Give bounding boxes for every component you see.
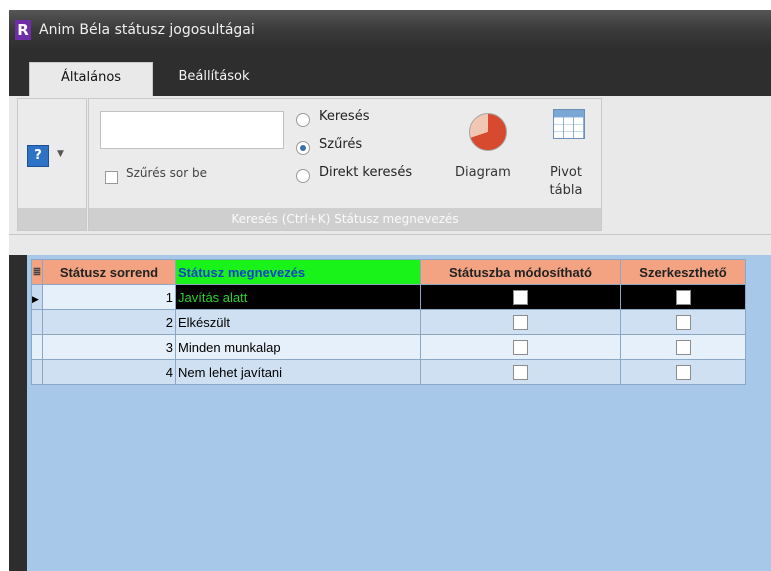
cell-order[interactable]: 4 bbox=[42, 359, 176, 385]
modifiable-checkbox[interactable] bbox=[513, 315, 528, 331]
ribbon: ? ▼ Szűrés sor be Keresés Szűrés Direkt … bbox=[9, 96, 771, 235]
row-indicator[interactable]: ▶ bbox=[31, 284, 43, 310]
radio-direct-search[interactable] bbox=[296, 169, 310, 183]
row-indicator[interactable] bbox=[31, 359, 43, 385]
search-group-caption: Keresés (Ctrl+K) Státusz megnevezés bbox=[89, 208, 601, 230]
cell-modifiable[interactable] bbox=[420, 284, 621, 310]
column-header-editable[interactable]: Szerkeszthető bbox=[620, 259, 746, 285]
header-row: ≣ Státusz sorrend Státusz megnevezés Stá… bbox=[31, 259, 746, 285]
tab-settings[interactable]: Beállítások bbox=[159, 62, 269, 96]
cell-modifiable[interactable] bbox=[420, 309, 621, 335]
modifiable-checkbox[interactable] bbox=[513, 365, 528, 381]
radio-search-label: Keresés bbox=[319, 109, 370, 124]
diagram-label: Diagram bbox=[455, 165, 511, 180]
app-logo-icon: R bbox=[15, 20, 31, 40]
cell-order[interactable]: 1 bbox=[42, 284, 176, 310]
filter-row-checkbox[interactable] bbox=[105, 171, 118, 184]
cell-name[interactable]: Nem lehet javítani bbox=[175, 359, 421, 385]
pivot-table-icon bbox=[553, 109, 585, 139]
help-book-icon: ? bbox=[27, 145, 49, 167]
table-row[interactable]: ▶ 1 Javítás alatt bbox=[31, 284, 746, 310]
column-header-order[interactable]: Státusz sorrend bbox=[42, 259, 176, 285]
cell-editable[interactable] bbox=[620, 284, 746, 310]
help-group: ? ▼ bbox=[17, 98, 87, 231]
modifiable-checkbox[interactable] bbox=[513, 290, 528, 306]
cell-order[interactable]: 3 bbox=[42, 334, 176, 360]
row-indicator[interactable] bbox=[31, 309, 43, 335]
grid-menu-icon[interactable]: ≣ bbox=[31, 259, 43, 285]
pie-chart-icon bbox=[469, 113, 507, 151]
app-window: R Anim Béla státusz jogosultágai Általán… bbox=[9, 10, 771, 571]
editable-checkbox[interactable] bbox=[675, 315, 691, 331]
table-row[interactable]: 2 Elkészült bbox=[31, 309, 746, 335]
ribbon-gap bbox=[9, 235, 771, 255]
cell-editable[interactable] bbox=[620, 359, 746, 385]
modifiable-checkbox[interactable] bbox=[513, 340, 528, 356]
cell-editable[interactable] bbox=[620, 309, 746, 335]
column-header-name[interactable]: Státusz megnevezés bbox=[175, 259, 421, 285]
cell-order[interactable]: 2 bbox=[42, 309, 176, 335]
current-row-arrow-icon: ▶ bbox=[32, 293, 39, 304]
chevron-down-icon: ▼ bbox=[57, 149, 64, 159]
radio-filter[interactable] bbox=[296, 141, 310, 155]
pivot-label: Pivot tábla bbox=[545, 164, 587, 200]
help-group-footer bbox=[18, 208, 86, 230]
radio-search[interactable] bbox=[296, 113, 310, 127]
grid-area: ≣ Státusz sorrend Státusz megnevezés Stá… bbox=[27, 255, 771, 571]
editable-checkbox[interactable] bbox=[675, 340, 691, 356]
pivot-label-line2: tábla bbox=[549, 183, 583, 198]
editable-checkbox[interactable] bbox=[675, 290, 691, 306]
tab-general[interactable]: Általános bbox=[29, 62, 153, 97]
title-bar: R Anim Béla státusz jogosultágai bbox=[9, 10, 771, 50]
window-title: Anim Béla státusz jogosultágai bbox=[39, 22, 255, 38]
search-group: Szűrés sor be Keresés Szűrés Direkt kere… bbox=[88, 98, 602, 231]
table-row[interactable]: 3 Minden munkalap bbox=[31, 334, 746, 360]
cell-name[interactable]: Minden munkalap bbox=[175, 334, 421, 360]
table-row[interactable]: 4 Nem lehet javítani bbox=[31, 359, 746, 385]
status-grid: ≣ Státusz sorrend Státusz megnevezés Stá… bbox=[31, 259, 746, 385]
row-indicator[interactable] bbox=[31, 334, 43, 360]
help-dropdown-button[interactable]: ? ▼ bbox=[27, 145, 73, 171]
cell-modifiable[interactable] bbox=[420, 334, 621, 360]
editable-checkbox[interactable] bbox=[675, 365, 691, 381]
radio-direct-search-label: Direkt keresés bbox=[319, 165, 413, 180]
search-input[interactable] bbox=[100, 111, 284, 149]
cell-editable[interactable] bbox=[620, 334, 746, 360]
radio-filter-label: Szűrés bbox=[319, 137, 363, 152]
cell-name[interactable]: Elkészült bbox=[175, 309, 421, 335]
cell-name[interactable]: Javítás alatt bbox=[175, 284, 421, 310]
filter-row-label: Szűrés sor be bbox=[126, 166, 207, 180]
column-header-modifiable[interactable]: Státuszba módosítható bbox=[420, 259, 621, 285]
pivot-label-line1: Pivot bbox=[550, 165, 582, 180]
tab-strip: Általános Beállítások bbox=[9, 50, 771, 97]
cell-modifiable[interactable] bbox=[420, 359, 621, 385]
